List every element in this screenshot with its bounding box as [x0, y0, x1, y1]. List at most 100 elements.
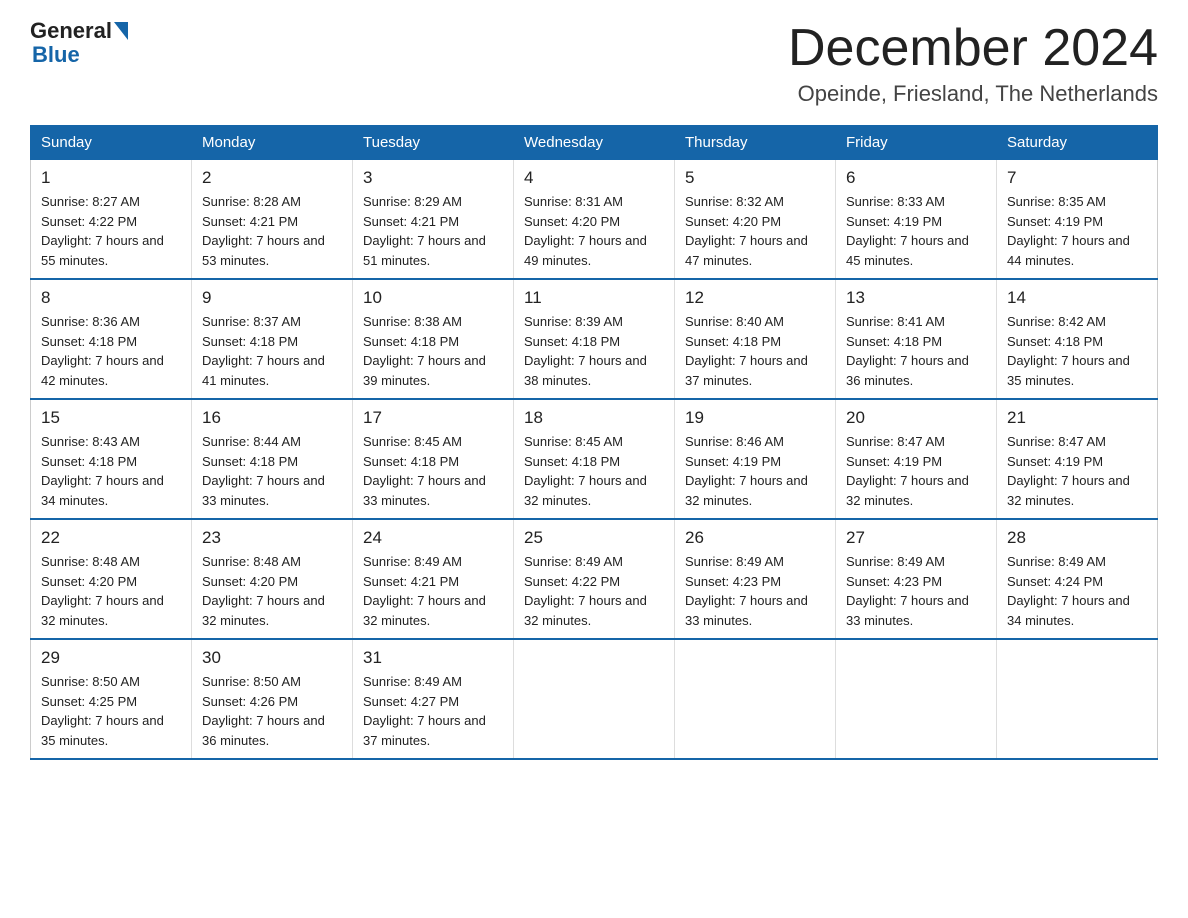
weekday-header-row: SundayMondayTuesdayWednesdayThursdayFrid… [31, 126, 1158, 160]
day-info: Sunrise: 8:40 AMSunset: 4:18 PMDaylight:… [685, 312, 825, 390]
day-info: Sunrise: 8:50 AMSunset: 4:26 PMDaylight:… [202, 672, 342, 750]
day-cell: 15 Sunrise: 8:43 AMSunset: 4:18 PMDaylig… [31, 399, 192, 519]
day-cell: 26 Sunrise: 8:49 AMSunset: 4:23 PMDaylig… [675, 519, 836, 639]
day-number: 25 [524, 528, 664, 548]
day-cell: 16 Sunrise: 8:44 AMSunset: 4:18 PMDaylig… [192, 399, 353, 519]
day-number: 1 [41, 168, 181, 188]
day-info: Sunrise: 8:48 AMSunset: 4:20 PMDaylight:… [41, 552, 181, 630]
day-info: Sunrise: 8:49 AMSunset: 4:24 PMDaylight:… [1007, 552, 1147, 630]
week-row-2: 8 Sunrise: 8:36 AMSunset: 4:18 PMDayligh… [31, 279, 1158, 399]
day-cell [997, 639, 1158, 759]
day-cell: 5 Sunrise: 8:32 AMSunset: 4:20 PMDayligh… [675, 160, 836, 280]
day-info: Sunrise: 8:47 AMSunset: 4:19 PMDaylight:… [846, 432, 986, 510]
week-row-5: 29 Sunrise: 8:50 AMSunset: 4:25 PMDaylig… [31, 639, 1158, 759]
day-info: Sunrise: 8:49 AMSunset: 4:23 PMDaylight:… [846, 552, 986, 630]
day-number: 19 [685, 408, 825, 428]
week-row-3: 15 Sunrise: 8:43 AMSunset: 4:18 PMDaylig… [31, 399, 1158, 519]
logo-arrow-icon [114, 22, 128, 40]
day-info: Sunrise: 8:50 AMSunset: 4:25 PMDaylight:… [41, 672, 181, 750]
day-info: Sunrise: 8:37 AMSunset: 4:18 PMDaylight:… [202, 312, 342, 390]
day-number: 13 [846, 288, 986, 308]
day-number: 27 [846, 528, 986, 548]
day-cell: 30 Sunrise: 8:50 AMSunset: 4:26 PMDaylig… [192, 639, 353, 759]
day-cell: 28 Sunrise: 8:49 AMSunset: 4:24 PMDaylig… [997, 519, 1158, 639]
location-subtitle: Opeinde, Friesland, The Netherlands [788, 81, 1158, 107]
day-cell: 27 Sunrise: 8:49 AMSunset: 4:23 PMDaylig… [836, 519, 997, 639]
day-number: 24 [363, 528, 503, 548]
weekday-header-thursday: Thursday [675, 126, 836, 160]
day-number: 16 [202, 408, 342, 428]
day-info: Sunrise: 8:31 AMSunset: 4:20 PMDaylight:… [524, 192, 664, 270]
week-row-1: 1 Sunrise: 8:27 AMSunset: 4:22 PMDayligh… [31, 160, 1158, 280]
day-info: Sunrise: 8:32 AMSunset: 4:20 PMDaylight:… [685, 192, 825, 270]
day-info: Sunrise: 8:49 AMSunset: 4:21 PMDaylight:… [363, 552, 503, 630]
day-number: 4 [524, 168, 664, 188]
day-cell [675, 639, 836, 759]
day-info: Sunrise: 8:28 AMSunset: 4:21 PMDaylight:… [202, 192, 342, 270]
day-number: 31 [363, 648, 503, 668]
day-cell [836, 639, 997, 759]
day-info: Sunrise: 8:35 AMSunset: 4:19 PMDaylight:… [1007, 192, 1147, 270]
page-header: General Blue December 2024 Opeinde, Frie… [30, 20, 1158, 107]
day-number: 20 [846, 408, 986, 428]
day-cell: 2 Sunrise: 8:28 AMSunset: 4:21 PMDayligh… [192, 160, 353, 280]
day-cell: 21 Sunrise: 8:47 AMSunset: 4:19 PMDaylig… [997, 399, 1158, 519]
day-number: 2 [202, 168, 342, 188]
day-number: 10 [363, 288, 503, 308]
logo: General Blue [30, 20, 128, 68]
day-cell: 14 Sunrise: 8:42 AMSunset: 4:18 PMDaylig… [997, 279, 1158, 399]
day-number: 21 [1007, 408, 1147, 428]
day-number: 18 [524, 408, 664, 428]
day-info: Sunrise: 8:36 AMSunset: 4:18 PMDaylight:… [41, 312, 181, 390]
day-number: 12 [685, 288, 825, 308]
day-info: Sunrise: 8:27 AMSunset: 4:22 PMDaylight:… [41, 192, 181, 270]
day-info: Sunrise: 8:49 AMSunset: 4:27 PMDaylight:… [363, 672, 503, 750]
day-number: 17 [363, 408, 503, 428]
day-cell: 19 Sunrise: 8:46 AMSunset: 4:19 PMDaylig… [675, 399, 836, 519]
day-cell: 4 Sunrise: 8:31 AMSunset: 4:20 PMDayligh… [514, 160, 675, 280]
day-info: Sunrise: 8:29 AMSunset: 4:21 PMDaylight:… [363, 192, 503, 270]
day-number: 26 [685, 528, 825, 548]
day-number: 23 [202, 528, 342, 548]
day-number: 3 [363, 168, 503, 188]
day-number: 14 [1007, 288, 1147, 308]
day-cell: 7 Sunrise: 8:35 AMSunset: 4:19 PMDayligh… [997, 160, 1158, 280]
logo-general-text: General [30, 20, 112, 42]
day-number: 5 [685, 168, 825, 188]
day-info: Sunrise: 8:38 AMSunset: 4:18 PMDaylight:… [363, 312, 503, 390]
day-cell: 31 Sunrise: 8:49 AMSunset: 4:27 PMDaylig… [353, 639, 514, 759]
weekday-header-tuesday: Tuesday [353, 126, 514, 160]
day-cell: 22 Sunrise: 8:48 AMSunset: 4:20 PMDaylig… [31, 519, 192, 639]
day-info: Sunrise: 8:49 AMSunset: 4:23 PMDaylight:… [685, 552, 825, 630]
day-info: Sunrise: 8:48 AMSunset: 4:20 PMDaylight:… [202, 552, 342, 630]
weekday-header-saturday: Saturday [997, 126, 1158, 160]
day-cell: 25 Sunrise: 8:49 AMSunset: 4:22 PMDaylig… [514, 519, 675, 639]
day-cell: 20 Sunrise: 8:47 AMSunset: 4:19 PMDaylig… [836, 399, 997, 519]
day-number: 11 [524, 288, 664, 308]
day-number: 30 [202, 648, 342, 668]
calendar-table: SundayMondayTuesdayWednesdayThursdayFrid… [30, 125, 1158, 760]
day-number: 9 [202, 288, 342, 308]
day-cell: 3 Sunrise: 8:29 AMSunset: 4:21 PMDayligh… [353, 160, 514, 280]
day-cell: 9 Sunrise: 8:37 AMSunset: 4:18 PMDayligh… [192, 279, 353, 399]
day-cell: 6 Sunrise: 8:33 AMSunset: 4:19 PMDayligh… [836, 160, 997, 280]
day-info: Sunrise: 8:44 AMSunset: 4:18 PMDaylight:… [202, 432, 342, 510]
day-cell: 29 Sunrise: 8:50 AMSunset: 4:25 PMDaylig… [31, 639, 192, 759]
day-cell: 23 Sunrise: 8:48 AMSunset: 4:20 PMDaylig… [192, 519, 353, 639]
day-number: 28 [1007, 528, 1147, 548]
week-row-4: 22 Sunrise: 8:48 AMSunset: 4:20 PMDaylig… [31, 519, 1158, 639]
weekday-header-monday: Monday [192, 126, 353, 160]
logo-blue-text: Blue [30, 42, 80, 68]
month-title: December 2024 [788, 20, 1158, 77]
day-cell: 1 Sunrise: 8:27 AMSunset: 4:22 PMDayligh… [31, 160, 192, 280]
day-info: Sunrise: 8:41 AMSunset: 4:18 PMDaylight:… [846, 312, 986, 390]
title-block: December 2024 Opeinde, Friesland, The Ne… [788, 20, 1158, 107]
weekday-header-wednesday: Wednesday [514, 126, 675, 160]
day-info: Sunrise: 8:42 AMSunset: 4:18 PMDaylight:… [1007, 312, 1147, 390]
weekday-header-friday: Friday [836, 126, 997, 160]
day-cell: 13 Sunrise: 8:41 AMSunset: 4:18 PMDaylig… [836, 279, 997, 399]
day-number: 22 [41, 528, 181, 548]
day-number: 8 [41, 288, 181, 308]
day-number: 7 [1007, 168, 1147, 188]
day-info: Sunrise: 8:33 AMSunset: 4:19 PMDaylight:… [846, 192, 986, 270]
